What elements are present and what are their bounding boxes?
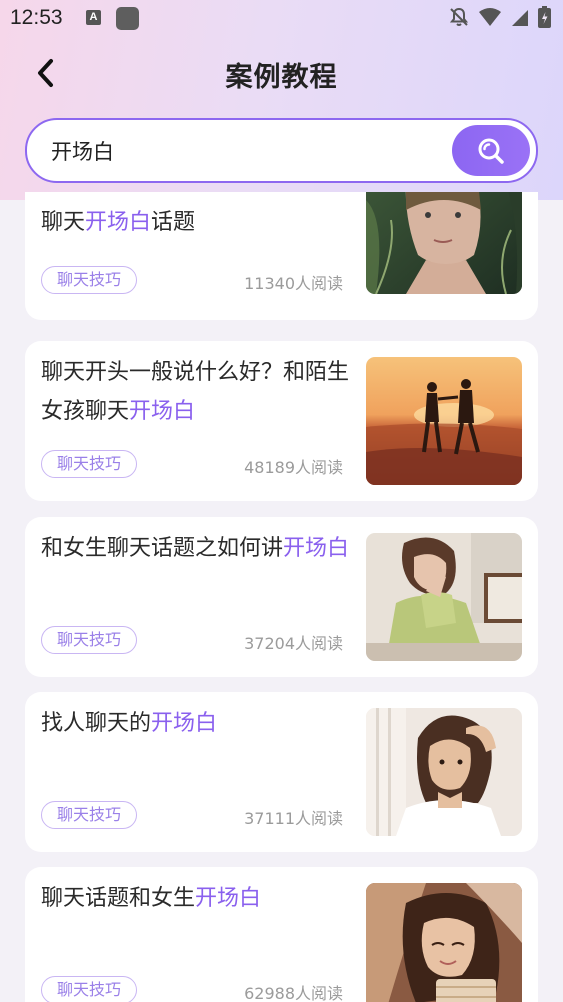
article-thumbnail	[366, 708, 522, 836]
keyword-highlight: 开场白	[195, 886, 262, 911]
keyword-highlight: 开场白	[129, 399, 196, 424]
read-count: 48189人阅读	[244, 458, 343, 477]
category-tag: 聊天技巧	[41, 801, 138, 829]
status-time: 12:53	[10, 6, 63, 29]
navigation-bar: 案例教程	[0, 46, 563, 100]
article-card[interactable]: 聊天开头一般说什么好？和陌生女孩聊天开场白 聊天技巧 48189人阅读	[25, 341, 538, 501]
keyword-highlight: 开场白	[85, 210, 152, 235]
search-icon	[478, 138, 504, 164]
status-bar: 12:53 A	[0, 0, 563, 38]
cellular-signal-icon	[510, 7, 530, 31]
wifi-icon	[478, 7, 502, 31]
search-input[interactable]	[49, 129, 443, 173]
article-thumbnail	[366, 533, 522, 661]
status-icons	[448, 6, 551, 32]
category-tag: 聊天技巧	[41, 976, 138, 1002]
article-thumbnail	[366, 883, 522, 1002]
search-bar	[25, 118, 538, 183]
keyword-highlight: 开场白	[151, 711, 218, 736]
page-title: 案例教程	[225, 62, 338, 93]
read-count: 37204人阅读	[244, 634, 343, 653]
article-card[interactable]: 聊天开场白话题 聊天技巧 11340人阅读	[25, 192, 538, 320]
mute-bell-icon	[448, 6, 470, 32]
article-thumbnail	[366, 192, 522, 294]
category-tag: 聊天技巧	[41, 450, 138, 478]
notification-square-icon	[116, 7, 139, 30]
article-list[interactable]: 聊天开场白话题 聊天技巧 11340人阅读 聊天开头一般说什么好？和陌生女孩聊天…	[0, 192, 563, 1002]
category-tag: 聊天技巧	[41, 626, 138, 654]
article-card[interactable]: 找人聊天的开场白 聊天技巧 37111人阅读	[25, 692, 538, 852]
article-title: 聊天话题和女生开场白	[41, 886, 262, 911]
read-count: 37111人阅读	[244, 809, 343, 828]
notification-app-icon: A	[86, 10, 101, 25]
read-count: 62988人阅读	[244, 984, 343, 1002]
article-title: 找人聊天的开场白	[41, 711, 218, 736]
article-title: 和女生聊天话题之如何讲开场白	[41, 536, 350, 561]
category-tag: 聊天技巧	[41, 266, 138, 294]
battery-icon	[538, 6, 551, 32]
article-card[interactable]: 聊天话题和女生开场白 聊天技巧 62988人阅读	[25, 867, 538, 1002]
article-title: 聊天开场白话题	[41, 210, 196, 235]
article-title: 聊天开头一般说什么好？和陌生女孩聊天开场白	[41, 360, 350, 424]
article-thumbnail	[366, 357, 522, 485]
read-count: 11340人阅读	[244, 274, 343, 293]
article-card[interactable]: 和女生聊天话题之如何讲开场白 聊天技巧 37204人阅读	[25, 517, 538, 677]
search-button[interactable]	[452, 125, 530, 176]
keyword-highlight: 开场白	[283, 536, 350, 561]
